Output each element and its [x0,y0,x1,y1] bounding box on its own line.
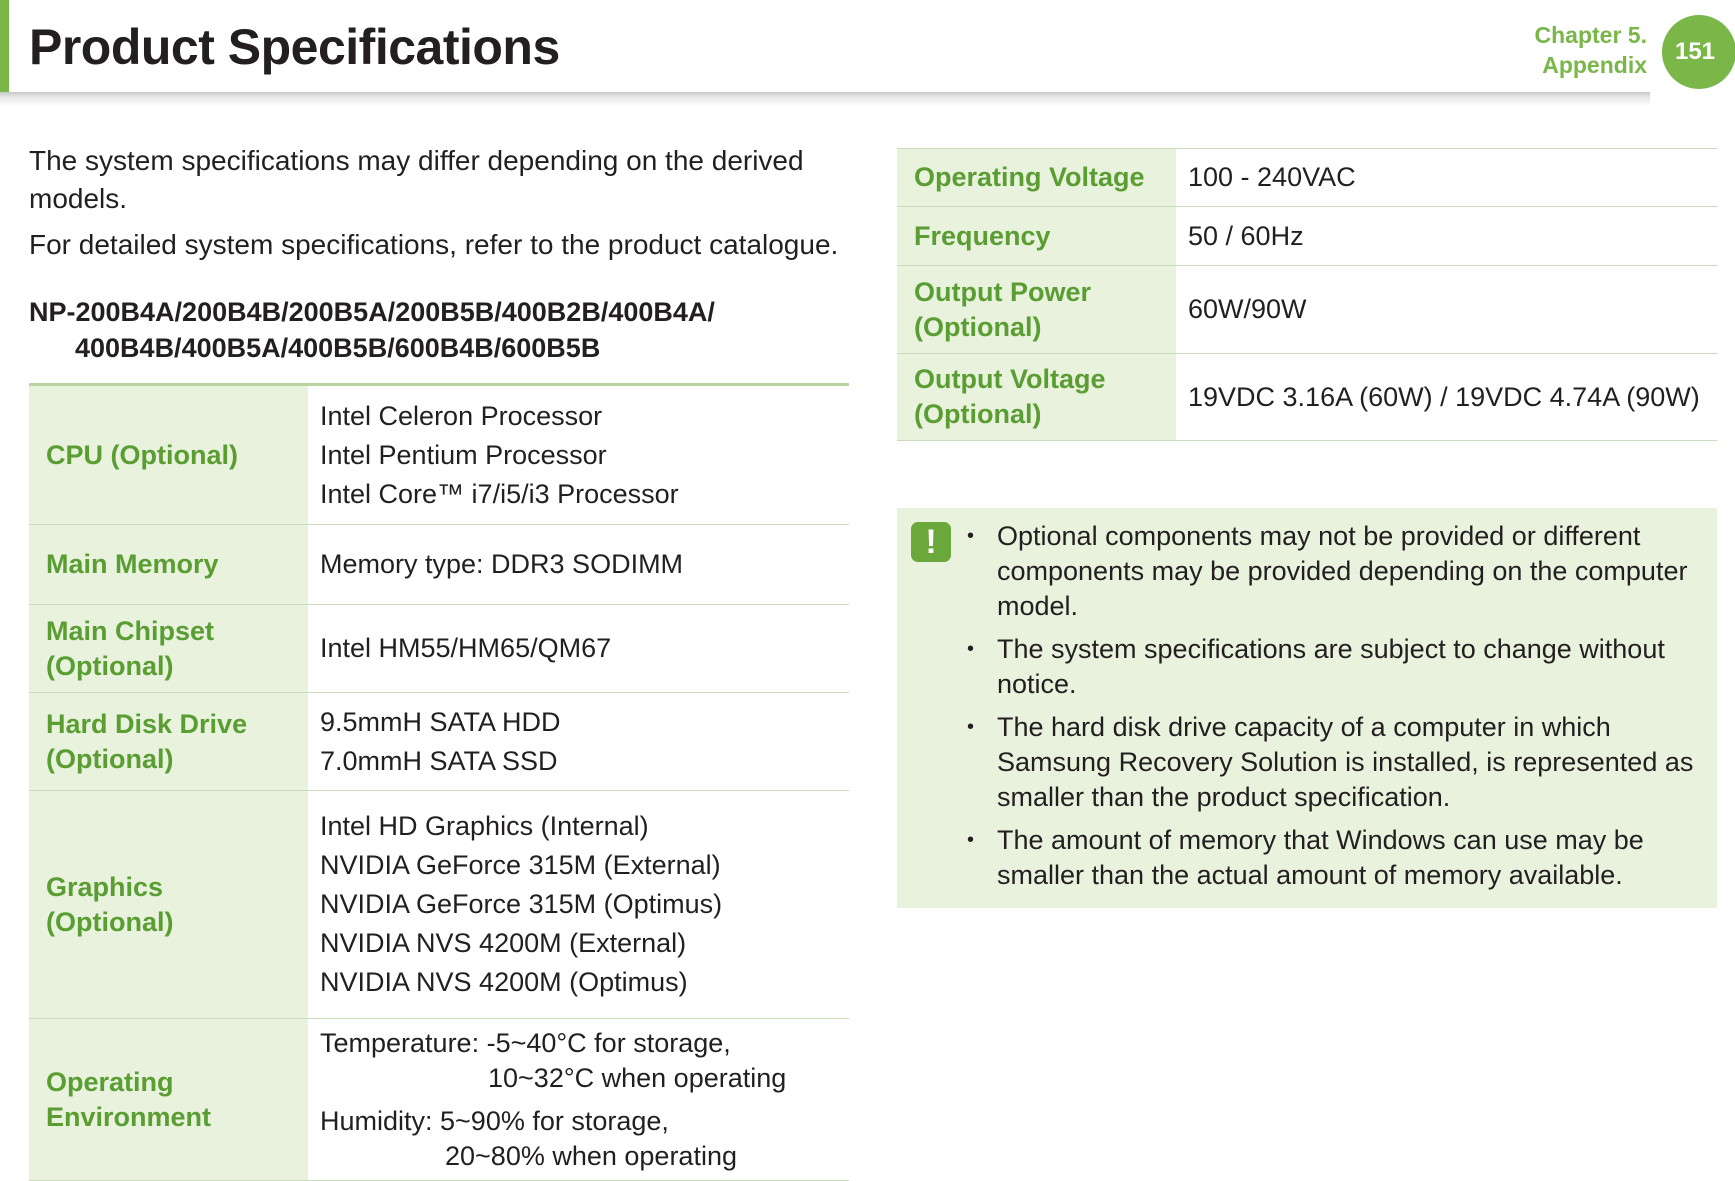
spec-label: Operating Voltage [897,148,1176,207]
spec-value: Memory type: DDR3 SODIMM [308,524,849,605]
spec-value-line: Temperature: -5~40°C for storage, [320,1027,731,1058]
spec-row-operating-voltage: Operating Voltage 100 - 240VAC [897,148,1717,207]
spec-table-right: Operating Voltage 100 - 240VAC Frequency… [897,148,1717,441]
spec-value: 19VDC 3.16A (60W) / 19VDC 4.74A (90W) [1176,353,1717,441]
spec-value: 60W/90W [1176,265,1717,354]
header-divider [0,92,1650,106]
page-number-badge: 151 [1662,15,1735,89]
spec-label: Hard Disk Drive (Optional) [29,692,308,791]
model-line: 400B4B/400B5A/400B5B/600B4B/600B5B [75,333,601,363]
spec-label: Main Chipset (Optional) [29,604,308,693]
spec-value-line: 60W/90W [1188,294,1307,324]
spec-value-line: NVIDIA GeForce 315M (External) [320,850,721,880]
spec-value: 50 / 60Hz [1176,206,1717,266]
spec-value-line: 50 / 60Hz [1188,220,1304,251]
spec-row-output-power: Output Power (Optional) 60W/90W [897,265,1717,354]
spec-value-line: Intel HM55/HM65/QM67 [320,633,612,663]
spec-label: Output Voltage (Optional) [897,353,1176,441]
spec-row-operating-environment: Operating Environment Temperature: -5~40… [29,1018,849,1181]
note-item: The amount of memory that Windows can us… [967,823,1699,893]
spec-value-line: 9.5mmH SATA HDD [320,706,561,737]
spec-value: 9.5mmH SATA HDD 7.0mmH SATA SSD [308,692,849,791]
header-accent-bar [0,0,9,96]
spec-value-line: 19VDC 3.16A (60W) / 19VDC 4.74A (90W) [1188,381,1700,412]
spec-row-cpu: CPU (Optional) Intel Celeron Processor I… [29,384,849,525]
spec-value: Intel Celeron Processor Intel Pentium Pr… [308,384,849,525]
model-heading: NP-200B4A/200B4B/200B5A/200B5B/400B2B/40… [29,294,849,366]
spec-label: CPU (Optional) [29,384,308,525]
spec-label: Output Power (Optional) [897,265,1176,354]
spec-value-line: Intel Pentium Processor [320,439,607,470]
spec-value: Intel HD Graphics (Internal) NVIDIA GeFo… [308,790,849,1019]
spec-label: Main Memory [29,524,308,605]
intro-paragraph: For detailed system specifications, refe… [29,229,839,260]
chapter-number: Chapter 5. [1534,22,1647,48]
spec-value-line: Intel HD Graphics (Internal) [320,811,649,841]
spec-label: Graphics (Optional) [29,790,308,1019]
intro-text: The system specifications may differ dep… [29,142,849,272]
note-item: Optional components may not be provided … [967,519,1699,624]
spec-label: Frequency [897,206,1176,266]
spec-row-output-voltage: Output Voltage (Optional) 19VDC 3.16A (6… [897,353,1717,441]
spec-value-line: Intel Core™ i7/i5/i3 Processor [320,478,679,509]
spec-value: Temperature: -5~40°C for storage, 10~32°… [308,1018,849,1181]
exclamation-icon: ! [911,522,951,562]
spec-value-line: NVIDIA NVS 4200M (Optimus) [320,967,688,997]
spec-value-line: NVIDIA NVS 4200M (External) [320,928,687,958]
spec-value-line: Humidity: 5~90% for storage, [320,1105,669,1136]
spec-value-line: 20~80% when operating [445,1140,737,1171]
spec-row-main-memory: Main Memory Memory type: DDR3 SODIMM [29,524,849,605]
spec-value: 100 - 240VAC [1176,148,1717,207]
spec-value-line: Intel Celeron Processor [320,400,603,431]
spec-label: Operating Environment [29,1018,308,1181]
note-box: ! Optional components may not be provide… [897,508,1717,908]
spec-value-line: 100 - 240VAC [1188,162,1356,192]
model-line: NP-200B4A/200B4B/200B5A/200B5B/400B2B/40… [29,297,715,327]
spec-row-main-chipset: Main Chipset (Optional) Intel HM55/HM65/… [29,604,849,693]
spec-value-line: NVIDIA GeForce 315M (Optimus) [320,889,723,919]
spec-row-frequency: Frequency 50 / 60Hz [897,206,1717,266]
chapter-label: Chapter 5. Appendix [1535,20,1647,80]
spec-value-line: 7.0mmH SATA SSD [320,745,558,776]
spec-table-left: CPU (Optional) Intel Celeron Processor I… [29,383,849,1181]
spec-value-line: Memory type: DDR3 SODIMM [320,549,684,579]
spec-row-graphics: Graphics (Optional) Intel HD Graphics (I… [29,790,849,1019]
spec-value: Intel HM55/HM65/QM67 [308,604,849,693]
spec-value-line: 10~32°C when operating [488,1062,787,1093]
intro-paragraph: The system specifications may differ dep… [29,145,804,214]
note-list: Optional components may not be provided … [967,519,1699,893]
page-title: Product Specifications [29,19,560,75]
note-item: The system specifications are subject to… [967,632,1699,702]
note-item: The hard disk drive capacity of a comput… [967,710,1699,815]
chapter-name: Appendix [1542,52,1647,78]
spec-row-hard-disk-drive: Hard Disk Drive (Optional) 9.5mmH SATA H… [29,692,849,791]
